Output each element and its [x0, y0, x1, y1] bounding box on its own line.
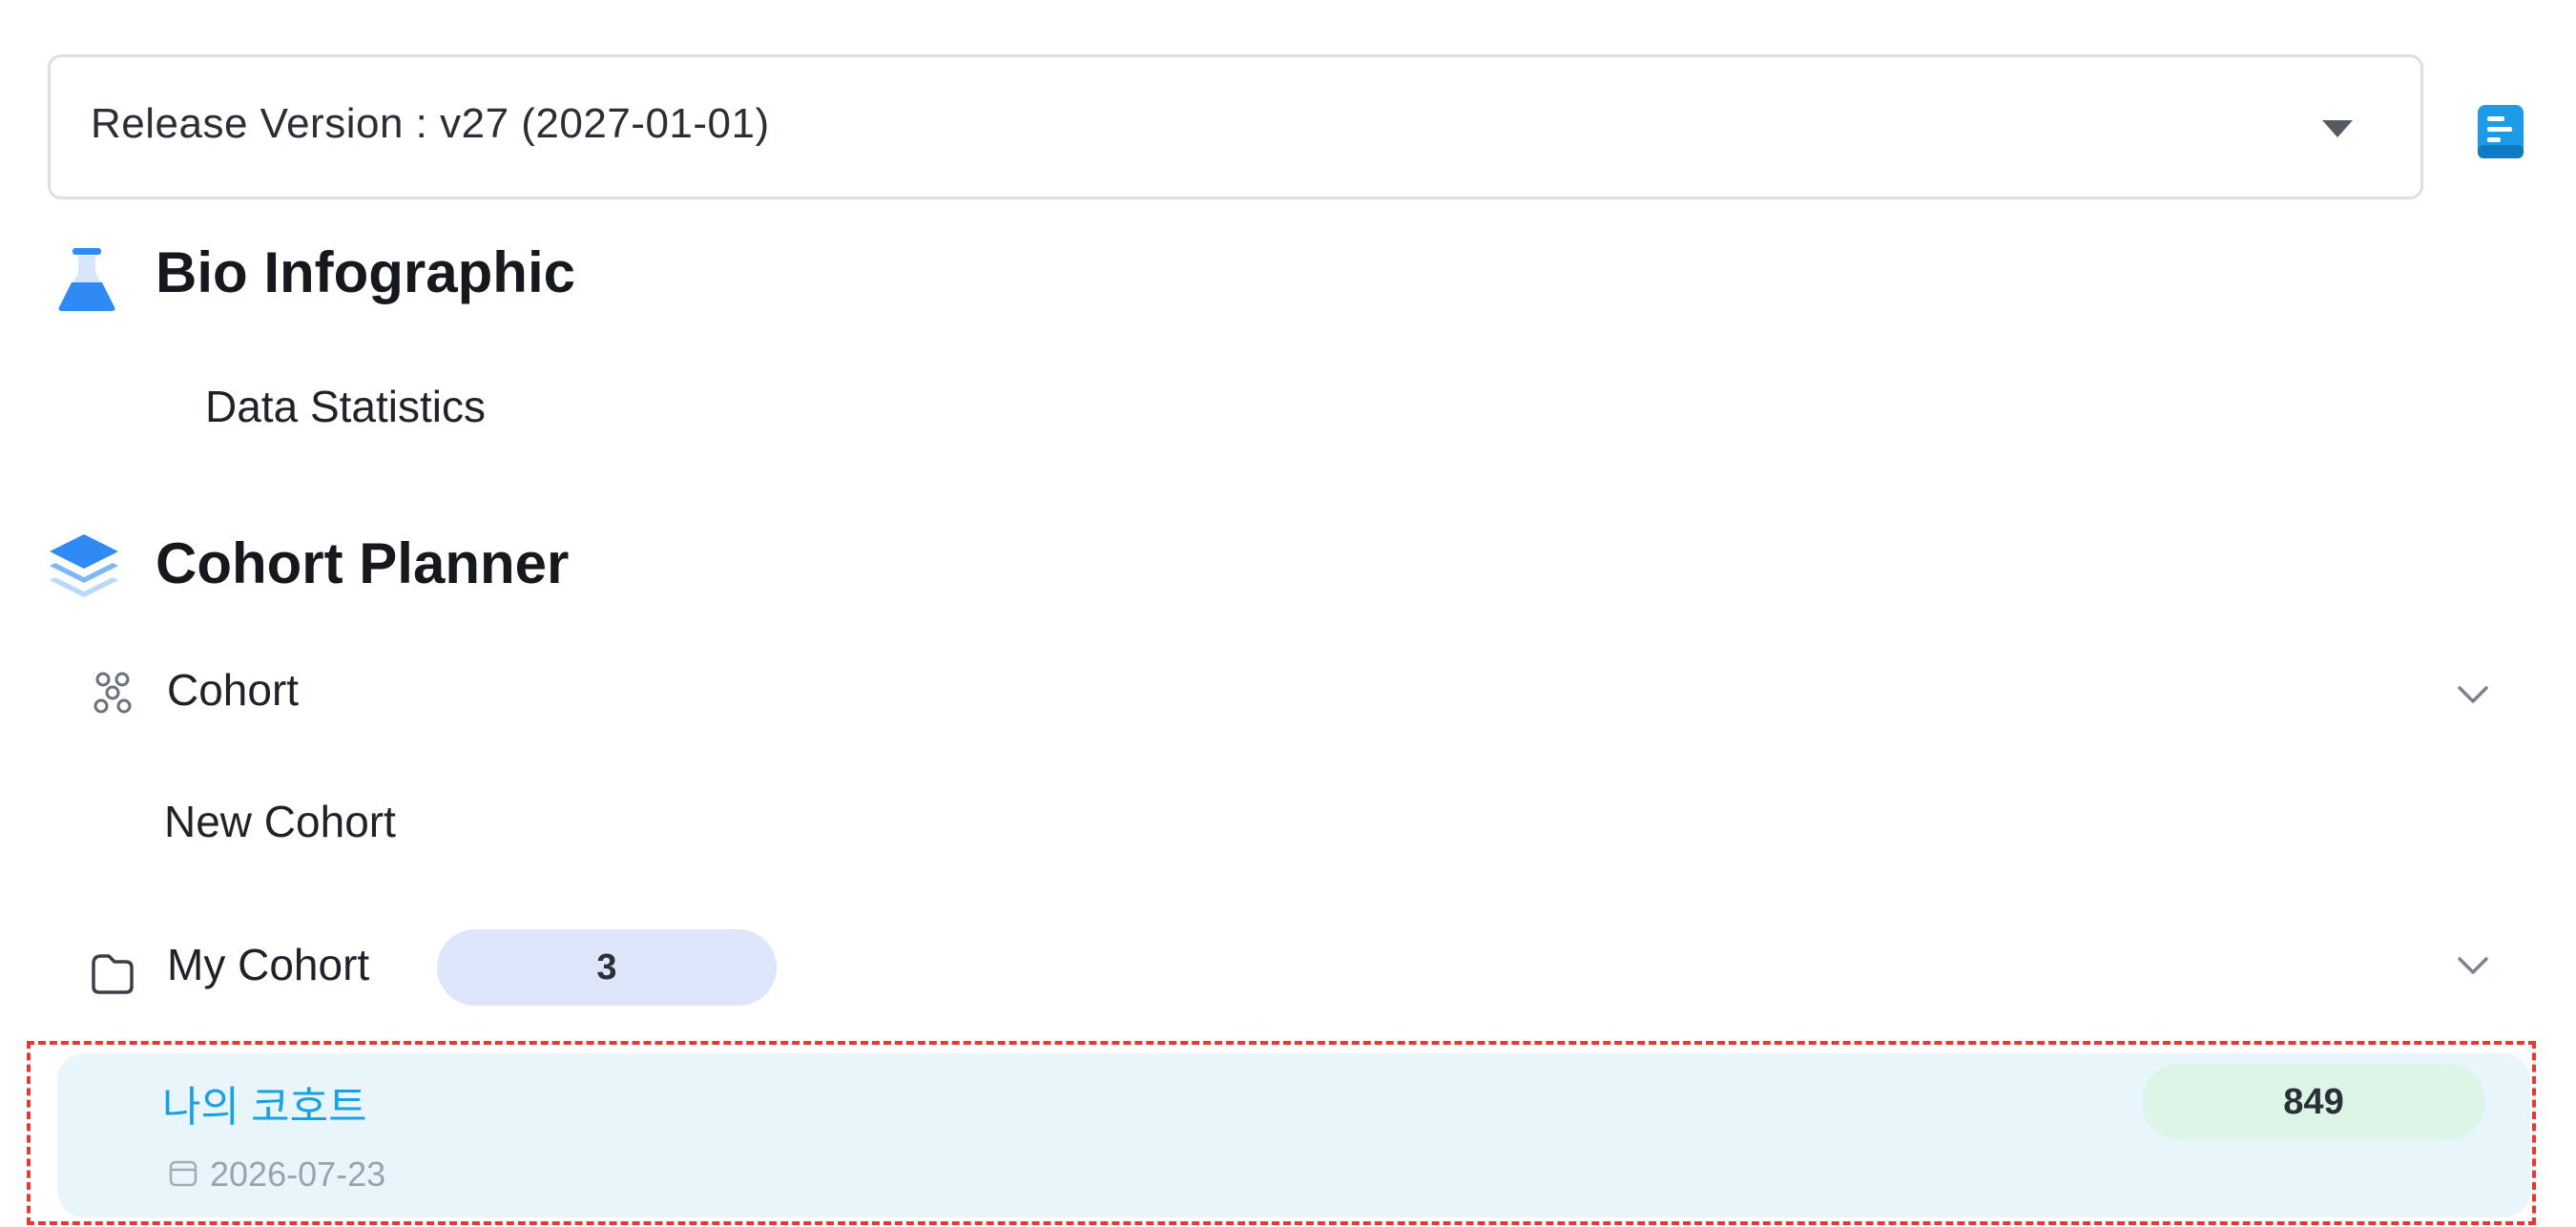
- flask-icon: [58, 248, 115, 311]
- cohort-group-label[interactable]: Cohort: [167, 664, 299, 716]
- folder-icon: [92, 954, 134, 994]
- my-cohort-label[interactable]: My Cohort: [167, 939, 369, 990]
- release-version-value: Release Version : v27 (2027-01-01): [91, 100, 770, 147]
- cohort-item-name[interactable]: 나의 코호트: [162, 1072, 367, 1133]
- chevron-down-icon[interactable]: [2456, 954, 2490, 977]
- chevron-down-icon[interactable]: [2456, 683, 2490, 706]
- calendar-icon: [169, 1160, 197, 1187]
- dropdown-caret-icon[interactable]: [2322, 120, 2353, 137]
- bio-infographic-title: Bio Infographic: [156, 240, 575, 304]
- people-icon: [93, 672, 132, 714]
- my-cohort-count-badge: 3: [437, 929, 777, 1006]
- cohort-item-date: 2026-07-23: [210, 1154, 386, 1194]
- cohort-item-count-badge: 849: [2142, 1064, 2485, 1140]
- sidebar-item-new-cohort[interactable]: New Cohort: [164, 796, 396, 847]
- sidebar-item-data-statistics[interactable]: Data Statistics: [205, 381, 486, 432]
- document-icon[interactable]: [2476, 103, 2525, 160]
- cohort-planner-title: Cohort Planner: [156, 531, 570, 595]
- layers-icon: [50, 534, 118, 597]
